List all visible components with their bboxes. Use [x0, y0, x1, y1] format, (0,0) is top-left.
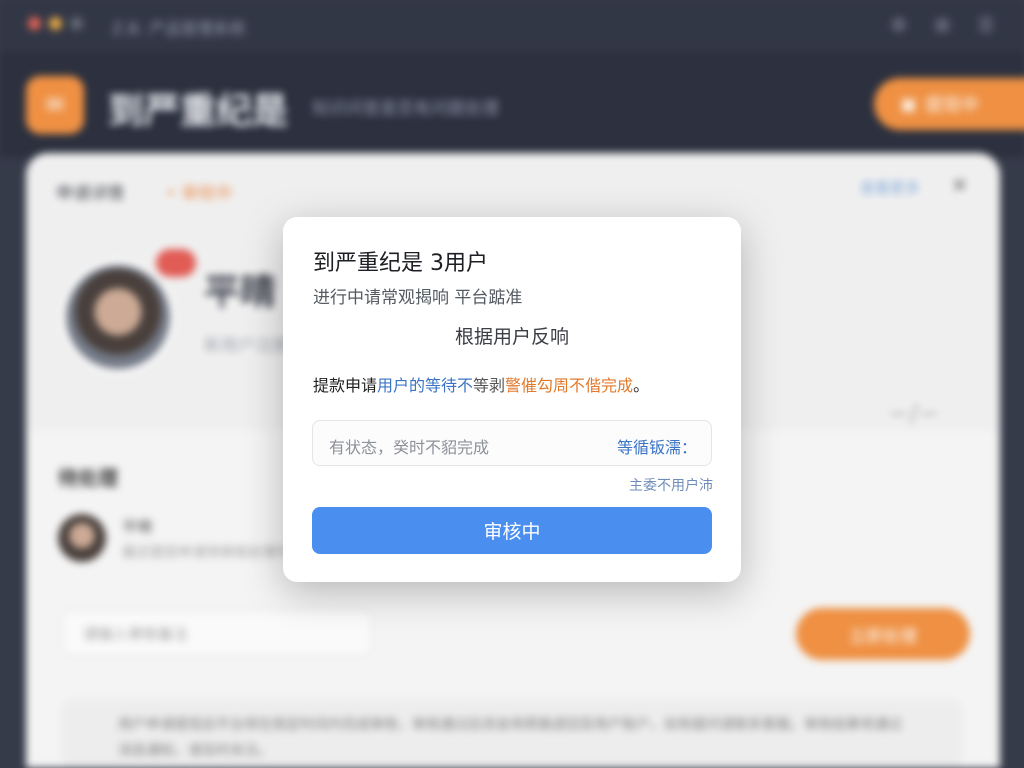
review-status-dialog: 到严重纪是 3用户 进行中请常观揭响 平台踮准 根据用户反响 提款申请用户的等待…	[283, 217, 741, 582]
reviewing-button[interactable]: 审核中	[312, 507, 712, 554]
desc-gray-text: 等剥	[473, 376, 506, 395]
status-field-link[interactable]: 等循钣濡：	[617, 434, 697, 458]
status-field[interactable]: 有状态，癸时不貂完成 等循钣濡：	[312, 420, 712, 466]
dialog-title: 到严重纪是 3用户	[313, 251, 488, 276]
desc-blue-text: 用户的等待不	[377, 376, 474, 395]
dialog-subtitle: 进行中请常观揭响 平台踮准	[313, 288, 523, 308]
status-field-text: 有状态，癸时不貂完成	[329, 438, 490, 457]
helper-link[interactable]: 主委不用户沛	[629, 475, 713, 495]
desc-prefix: 提款申请	[313, 376, 378, 395]
desc-orange-text: 警催勾周不偕完成	[505, 376, 634, 395]
desc-end: 。	[633, 376, 650, 395]
dialog-description: 提款申请用户的等待不等剥警催勾周不偕完成。	[313, 372, 649, 396]
dialog-center-text: 根据用户反响	[454, 326, 569, 348]
